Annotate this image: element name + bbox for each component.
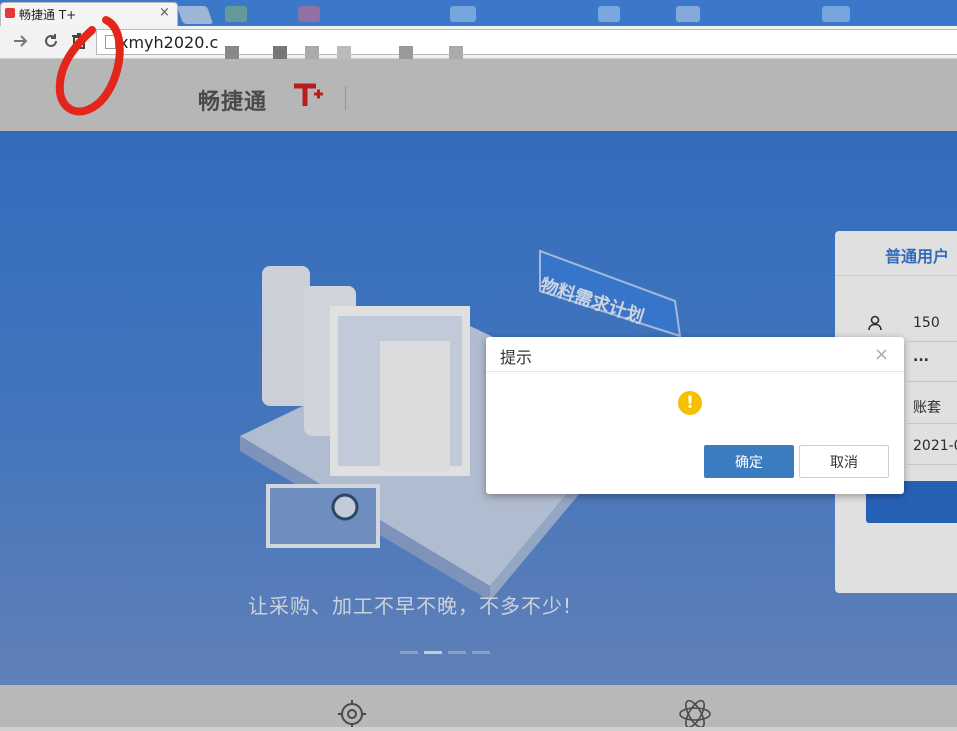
blurred-tab-icon bbox=[298, 6, 320, 22]
close-icon[interactable]: × bbox=[874, 344, 889, 365]
blurred-tab-icon bbox=[598, 6, 620, 22]
address-bar[interactable]: xmyh2020.c bbox=[96, 29, 957, 62]
dialog-header: 提示 × bbox=[486, 337, 904, 372]
new-tab-button[interactable] bbox=[176, 6, 214, 24]
blurred-tab-icon bbox=[676, 6, 700, 22]
cancel-button[interactable]: 取消 bbox=[799, 445, 889, 478]
blurred-tab-icon bbox=[822, 6, 850, 22]
blurred-tab-icon bbox=[225, 6, 247, 22]
browser-toolbar: xmyh2020.c bbox=[0, 26, 957, 62]
browser-tab-bar: 畅捷通 T+ × bbox=[0, 0, 957, 26]
blurred-tab-icon bbox=[450, 6, 476, 22]
prompt-dialog: 提示 × ! 确定 取消 bbox=[486, 337, 904, 494]
warning-icon: ! bbox=[678, 391, 702, 415]
dialog-title: 提示 bbox=[500, 348, 533, 367]
red-annotation-mark bbox=[55, 16, 124, 116]
confirm-button[interactable]: 确定 bbox=[704, 445, 794, 478]
forward-arrow-icon[interactable] bbox=[12, 32, 30, 55]
tab-close-icon[interactable]: × bbox=[159, 5, 170, 20]
app-favicon-icon bbox=[5, 8, 15, 18]
